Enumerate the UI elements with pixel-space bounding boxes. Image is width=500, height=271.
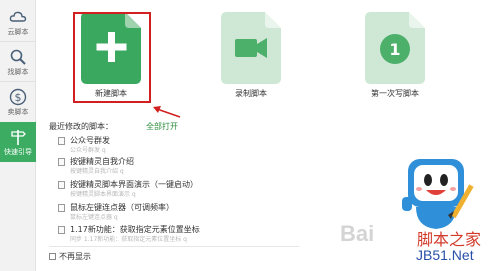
annotation-arrow-icon — [153, 106, 181, 118]
signpost-icon — [11, 130, 26, 145]
search-icon — [10, 49, 26, 65]
document-icon — [58, 137, 65, 145]
quick-guide-window: 云脚本 找脚本 $ 卖脚本 快速引导 新建脚本 录制脚本 1 第一次写脚本 最近… — [0, 0, 500, 271]
cloud-icon — [9, 11, 27, 22]
footer-divider — [49, 246, 299, 247]
first-script-label: 第一次写脚本 — [371, 89, 419, 98]
recent-script-subtitle: 按键精灵自我介绍 q — [70, 168, 124, 175]
recent-script-title: 按键精灵脚本界面演示（一键启动） — [70, 180, 198, 189]
sidebar-item-quick-guide[interactable]: 快速引导 — [0, 122, 36, 162]
recent-script-title: 1.17新功能：获取指定元素位置坐标 — [70, 225, 200, 234]
selection-highlight-box — [73, 12, 151, 103]
dont-show-again-checkbox[interactable]: 不再显示 — [49, 251, 91, 262]
sidebar-item-label: 卖脚本 — [7, 108, 29, 116]
recent-script-title: 按键精灵自我介绍 — [70, 157, 134, 166]
record-script-card[interactable] — [221, 12, 281, 84]
recent-script-subtitle: 鼠标左键连点器 q — [70, 214, 118, 221]
mascot-illustration — [402, 159, 474, 229]
sidebar-item-cloud-scripts[interactable]: 云脚本 — [0, 2, 36, 40]
number-one-icon: 1 — [365, 12, 425, 84]
video-camera-icon — [221, 12, 281, 84]
dont-show-again-label: 不再显示 — [59, 252, 91, 261]
first-script-card[interactable]: 1 — [365, 12, 425, 84]
sidebar-item-find-scripts[interactable]: 找脚本 — [0, 42, 36, 80]
first-script-tile[interactable]: 1 第一次写脚本 — [352, 12, 438, 99]
sidebar-item-sell-scripts[interactable]: $ 卖脚本 — [0, 82, 36, 120]
sidebar: 云脚本 找脚本 $ 卖脚本 快速引导 — [0, 0, 36, 271]
recent-scripts-title: 最近修改的脚本： — [49, 122, 113, 131]
dollar-icon: $ — [9, 88, 27, 106]
recent-script-title: 鼠标左键连点器（可调频率） — [70, 203, 174, 212]
record-script-label: 录制脚本 — [235, 89, 267, 98]
watermark-site-url: JB51.Net — [416, 247, 474, 263]
sidebar-item-label: 云脚本 — [7, 28, 29, 36]
checkbox-box[interactable] — [49, 253, 56, 260]
document-icon — [58, 204, 65, 212]
document-icon — [58, 158, 65, 166]
recent-script-subtitle: 同步 1.17新功能：获取指定元素位置坐标 q — [70, 236, 187, 243]
open-all-link[interactable]: 全部打开 — [146, 121, 178, 132]
document-icon — [58, 181, 65, 189]
number-one-badge-text: 1 — [389, 40, 400, 59]
sidebar-item-label: 快速引导 — [4, 148, 32, 156]
document-icon — [58, 226, 65, 234]
watermark-brand: Bai — [340, 221, 375, 246]
svg-text:$: $ — [15, 91, 22, 104]
recent-script-subtitle: 按键精灵脚本界面演示 q — [70, 191, 136, 198]
sidebar-item-label: 找脚本 — [7, 68, 29, 76]
recent-script-subtitle: 公众号群发 q — [70, 147, 106, 154]
recent-script-title: 公众号群发 — [70, 136, 110, 145]
record-script-tile[interactable]: 录制脚本 — [208, 12, 294, 99]
